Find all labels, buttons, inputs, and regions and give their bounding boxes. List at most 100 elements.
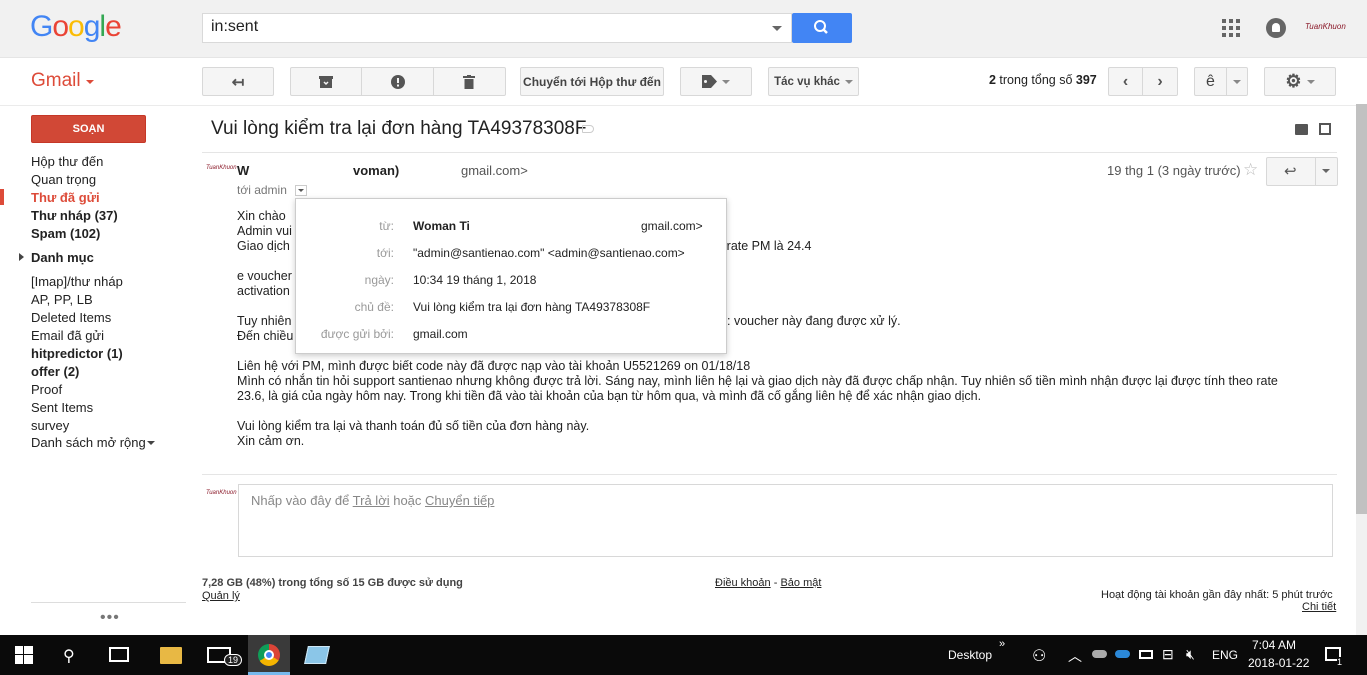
body-line: Mình có nhắn tin hỏi support santienao n… [237, 374, 1278, 388]
google-logo[interactable]: Google [30, 10, 122, 44]
previous-button[interactable]: ‹ [1109, 68, 1143, 95]
task-view-icon[interactable] [109, 647, 129, 662]
sidebar-item-important[interactable]: Quan trọng [31, 172, 96, 187]
search-button[interactable] [792, 13, 852, 43]
to-label: tới: [376, 246, 394, 260]
body-line: Tuy nhiên [237, 314, 292, 328]
body-line: Vui lòng kiểm tra lại và thanh toán đủ s… [237, 419, 590, 433]
sidebar-item-more[interactable]: Danh sách mở rộng [31, 435, 146, 450]
reply-link[interactable]: Trả lời [353, 493, 390, 508]
onedrive-icon[interactable] [1092, 650, 1107, 658]
clock-date[interactable]: 2018-01-22 [1248, 656, 1309, 670]
search-icon[interactable]: ⚲ [63, 646, 75, 666]
body-line: 23.6, là giá của ngày hôm nay. Trong khi… [237, 389, 982, 403]
gmail-menu[interactable]: Gmail [31, 70, 81, 92]
apps-grid-icon[interactable] [1222, 19, 1240, 37]
clock-time[interactable]: 7:04 AM [1252, 638, 1296, 652]
sent-by-value: gmail.com [413, 327, 468, 341]
windows-start-icon[interactable] [15, 646, 33, 667]
sidebar-item-imap-drafts[interactable]: [Imap]/thư nháp [31, 274, 123, 289]
label-icon[interactable] [582, 125, 594, 133]
notepad-icon[interactable] [304, 646, 330, 664]
move-to-inbox-button[interactable]: Chuyển tới Hộp thư đến [520, 67, 664, 96]
activity-details-link[interactable]: Chi tiết [1302, 601, 1336, 613]
chevron-up-icon[interactable]: ︿ [1068, 646, 1082, 666]
file-explorer-icon[interactable] [160, 647, 182, 664]
manage-storage-link[interactable]: Quản lý [202, 590, 240, 602]
volume-muted-icon[interactable]: 🔇︎ [1186, 646, 1195, 663]
date-value: 10:34 19 tháng 1, 2018 [413, 273, 537, 287]
next-button[interactable]: › [1143, 68, 1177, 95]
new-window-icon[interactable] [1319, 123, 1331, 135]
language-indicator[interactable]: ENG [1212, 648, 1238, 662]
search-input[interactable]: in:sent [202, 13, 792, 43]
last-activity: Hoạt động tài khoản gần đây nhất: 5 phút… [1101, 589, 1333, 601]
chevron-down-icon[interactable] [86, 80, 94, 84]
settings-button[interactable]: ⚙ [1264, 67, 1336, 96]
chevron-down-icon [1233, 79, 1241, 84]
show-details-button[interactable] [295, 185, 307, 196]
network-icon[interactable]: ⊟ [1162, 646, 1174, 663]
sender-name[interactable]: W [237, 163, 249, 178]
more-icon[interactable]: ••• [100, 609, 120, 627]
reply-icon[interactable]: ↩ [1284, 162, 1297, 180]
battery-icon[interactable] [1139, 650, 1153, 659]
body-fragment: : voucher này đang được xử lý. [727, 314, 901, 328]
mail-count-badge: 19 [224, 654, 243, 666]
storage-usage: 7,28 GB (48%) trong tổng số 15 GB được s… [202, 577, 463, 589]
chevron-down-icon [1306, 79, 1315, 84]
people-icon[interactable]: ⚇ [1032, 646, 1046, 666]
sidebar-item-proof[interactable]: Proof [31, 382, 62, 397]
subject-label: chủ đề: [354, 300, 394, 314]
back-button[interactable]: ↤ [202, 67, 274, 96]
subject-value: Vui lòng kiểm tra lại đơn hàng TA4937830… [413, 300, 651, 314]
desktop-toolbar[interactable]: Desktop [948, 648, 992, 662]
chevron-down-icon[interactable] [147, 441, 155, 445]
sidebar-item-ap-pp-lb[interactable]: AP, PP, LB [31, 292, 93, 307]
sidebar-item-sent[interactable]: Thư đã gửi [31, 190, 100, 205]
labels-button[interactable] [680, 67, 752, 96]
print-icon[interactable] [1295, 124, 1308, 135]
chevron-down-icon[interactable] [1322, 169, 1330, 173]
more-actions-label: Tác vụ khác [774, 75, 840, 88]
input-tools-button[interactable]: ê [1195, 68, 1227, 95]
star-icon[interactable]: ☆ [1243, 160, 1258, 180]
cloud-icon[interactable] [1115, 650, 1130, 658]
sidebar-item-inbox[interactable]: Hộp thư đến [31, 154, 103, 169]
sidebar-item-hitpredictor[interactable]: hitpredictor (1) [31, 346, 123, 361]
body-line: Đến chiều [237, 329, 294, 343]
sidebar-item-sent-items[interactable]: Sent Items [31, 400, 93, 415]
divider [31, 602, 186, 603]
sidebar-item-categories[interactable]: Danh mục [31, 250, 94, 265]
body-line: e voucher [237, 269, 292, 283]
privacy-link[interactable]: Bảo mật [780, 577, 821, 589]
sidebar-item-survey[interactable]: survey [31, 418, 69, 433]
sidebar-item-email-sent[interactable]: Email đã gửi [31, 328, 104, 343]
forward-link[interactable]: Chuyển tiếp [425, 493, 494, 508]
pagination-group: ‹ › [1108, 67, 1178, 96]
user-avatar: TuanKhuon [206, 490, 237, 496]
search-options-icon[interactable] [772, 26, 782, 31]
sidebar-item-spam[interactable]: Spam (102) [31, 226, 100, 241]
active-indicator [0, 189, 4, 205]
terms-link[interactable]: Điều khoản [715, 577, 771, 589]
sidebar-item-offer[interactable]: offer (2) [31, 364, 79, 379]
chevron-down-icon [844, 79, 853, 84]
body-line: Xin cảm ơn. [237, 434, 305, 448]
report-spam-button[interactable] [362, 68, 434, 95]
sender-email: gmail.com> [461, 163, 528, 178]
divider [202, 152, 1337, 153]
account-avatar[interactable]: TuanKhuon [1305, 22, 1346, 31]
sidebar-item-drafts[interactable]: Thư nháp (37) [31, 208, 118, 223]
chrome-icon[interactable] [258, 644, 280, 666]
delete-button[interactable] [434, 68, 505, 95]
compose-button[interactable]: SOẠN [31, 115, 146, 143]
archive-button[interactable] [291, 68, 363, 95]
expand-arrow-icon[interactable] [19, 253, 24, 261]
notifications-icon[interactable] [1266, 18, 1286, 38]
sidebar-item-deleted[interactable]: Deleted Items [31, 310, 111, 325]
input-tools-dropdown[interactable] [1227, 68, 1247, 95]
scrollbar-thumb[interactable] [1356, 104, 1367, 514]
toolbar-expand-icon[interactable]: » [999, 638, 1005, 650]
more-actions-button[interactable]: Tác vụ khác [768, 67, 859, 96]
